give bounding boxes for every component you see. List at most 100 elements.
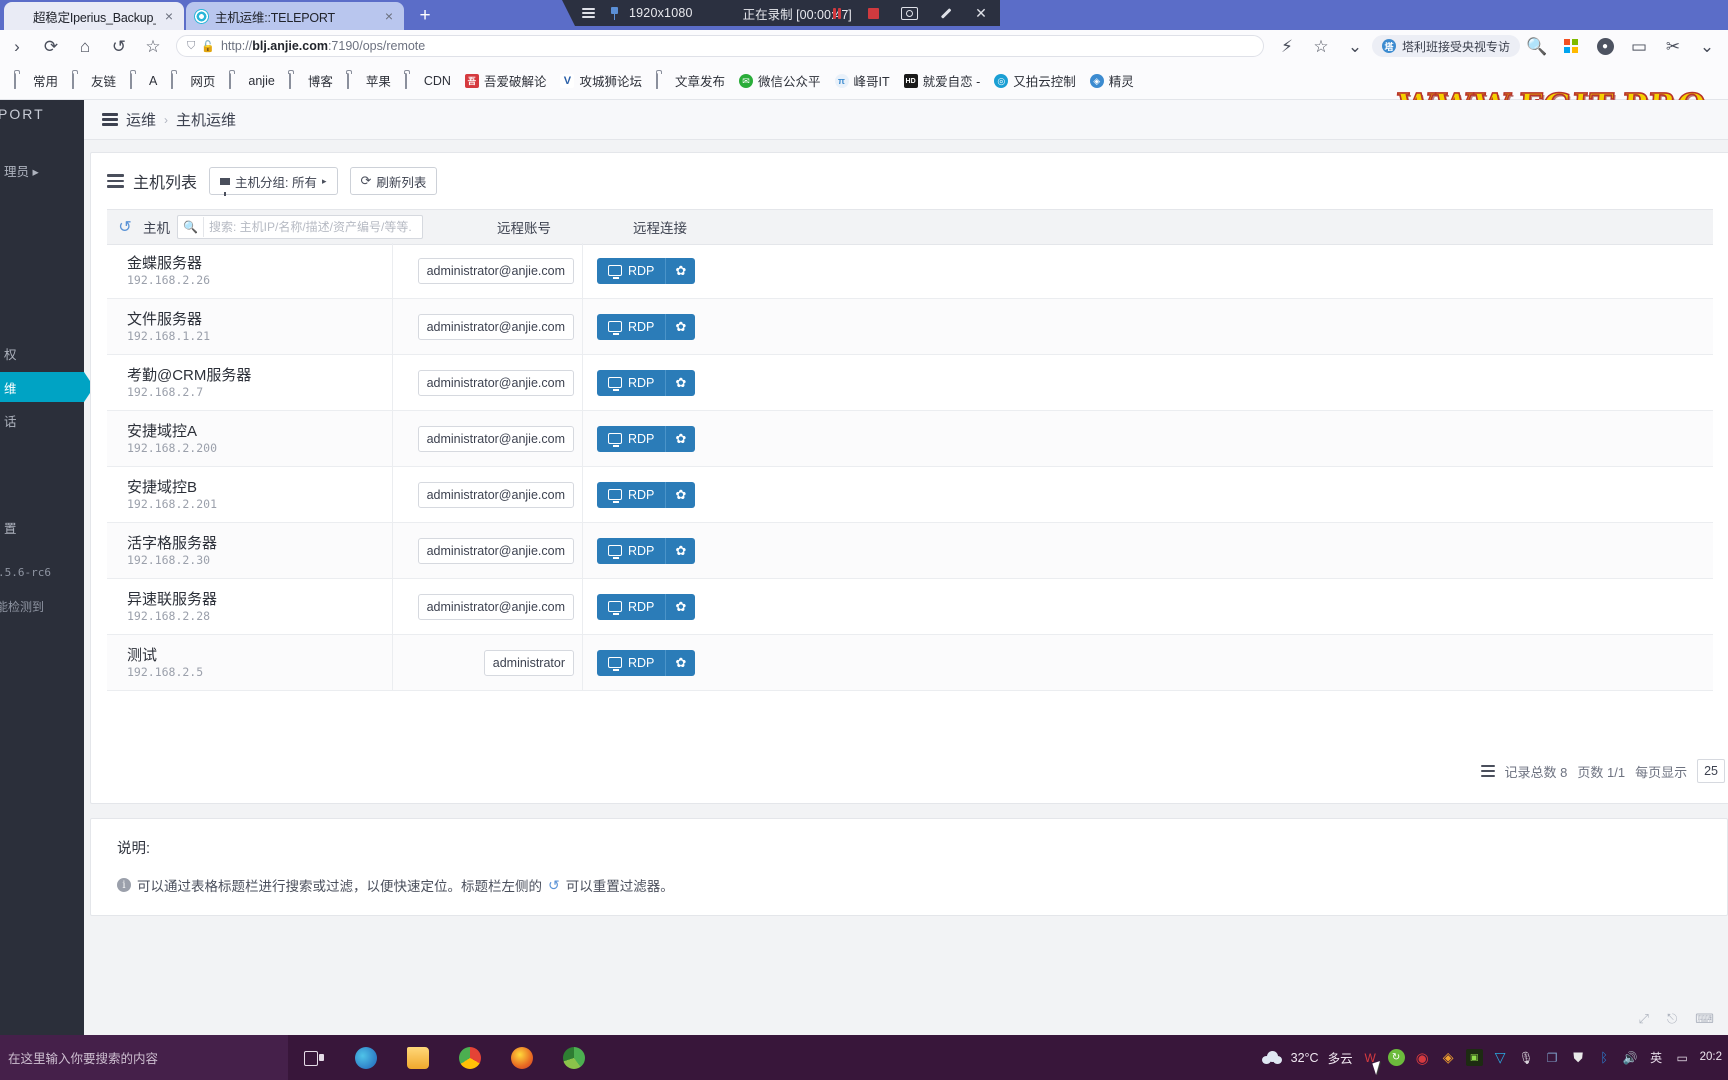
window-icon[interactable]: ▭: [1622, 30, 1656, 62]
task-view-button[interactable]: [288, 1035, 340, 1080]
star-icon[interactable]: ☆: [1304, 30, 1338, 62]
scissors-icon[interactable]: ✂: [1656, 30, 1690, 62]
page-size-select[interactable]: 25: [1697, 759, 1725, 783]
rdp-connect-button[interactable]: RDP: [597, 481, 666, 508]
sidebar-item-ops[interactable]: 维: [0, 372, 94, 402]
row-settings-button[interactable]: ✿: [665, 537, 696, 564]
bookmark-item[interactable]: 博客: [283, 68, 339, 93]
browser-tab-1[interactable]: 超稳定Iperius_Backup_备份工 ×: [4, 2, 184, 30]
row-settings-button[interactable]: ✿: [665, 649, 696, 676]
bookmark-item[interactable]: ✉ 微信公众平: [733, 68, 827, 93]
recorder-pin-button[interactable]: [601, 0, 627, 26]
bookmark-item[interactable]: ◈ 精灵: [1084, 68, 1140, 93]
row-settings-button[interactable]: ✿: [665, 425, 696, 452]
bookmark-star-icon[interactable]: ☆: [136, 30, 170, 62]
recorder-menu-button[interactable]: [575, 0, 601, 26]
sidebar-item-7[interactable]: [0, 460, 84, 490]
account-chip[interactable]: administrator@anjie.com: [417, 425, 574, 452]
bookmark-item[interactable]: CDN: [399, 71, 457, 91]
recorder-stop-button[interactable]: [860, 0, 886, 26]
news-chip[interactable]: 塔 塔利班接受央视专访: [1371, 35, 1520, 57]
row-settings-button[interactable]: ✿: [665, 593, 696, 620]
weather-condition[interactable]: 多云: [1328, 1048, 1353, 1067]
sidebar-item-auth[interactable]: 权: [0, 338, 84, 368]
account-chip[interactable]: administrator@anjie.com: [417, 369, 574, 396]
table-row[interactable]: 文件服务器 192.168.1.21 administrator@anjie.c…: [107, 299, 1713, 355]
windows-logo-icon[interactable]: [1554, 30, 1588, 62]
table-row[interactable]: 测试 192.168.2.5 administrator RDP ✿: [107, 635, 1713, 691]
table-row[interactable]: 考勤@CRM服务器 192.168.2.7 administrator@anji…: [107, 355, 1713, 411]
account-chip[interactable]: administrator: [483, 649, 574, 676]
account-chip[interactable]: administrator@anjie.com: [417, 593, 574, 620]
bookmark-item[interactable]: HD 就爱自恋 -: [898, 68, 987, 93]
table-row[interactable]: 安捷域控A 192.168.2.200 administrator@anjie.…: [107, 411, 1713, 467]
new-tab-button[interactable]: +: [413, 4, 437, 28]
breadcrumb-root[interactable]: 运维: [126, 109, 156, 130]
nvidia-icon[interactable]: ▣: [1465, 1049, 1483, 1066]
rdp-connect-button[interactable]: RDP: [597, 537, 666, 564]
home-icon[interactable]: ⌂: [68, 30, 102, 62]
row-settings-button[interactable]: ✿: [665, 369, 696, 396]
mic-icon[interactable]: 🎙: [1518, 1049, 1535, 1066]
flame-icon[interactable]: ◈: [1440, 1049, 1457, 1066]
rdp-connect-button[interactable]: RDP: [597, 425, 666, 452]
avatar-icon[interactable]: ●: [1588, 30, 1622, 62]
link-icon[interactable]: ⎋: [1667, 1011, 1677, 1027]
taskbar-clock[interactable]: 20:2: [1700, 1051, 1724, 1064]
reload-icon[interactable]: ⟳: [34, 30, 68, 62]
account-chip[interactable]: administrator@anjie.com: [417, 257, 574, 284]
taskbar-app-edge[interactable]: [340, 1035, 392, 1080]
lightning-icon[interactable]: ⚡: [1270, 30, 1304, 62]
sidebar-item-3[interactable]: [0, 265, 84, 295]
reset-filter-button[interactable]: ↺: [107, 210, 143, 244]
table-row[interactable]: 活字格服务器 192.168.2.30 administrator@anjie.…: [107, 523, 1713, 579]
volume-icon[interactable]: 🔊: [1622, 1049, 1639, 1066]
rdp-connect-button[interactable]: RDP: [597, 593, 666, 620]
sidebar-item-admin[interactable]: 理员 ▸: [0, 155, 84, 185]
search-icon[interactable]: 🔍: [1520, 30, 1554, 62]
address-bar[interactable]: ⛉ 🔓 http://blj.anjie.com:7190/ops/remote: [176, 35, 1264, 57]
rdp-connect-button[interactable]: RDP: [597, 313, 666, 340]
account-chip[interactable]: administrator@anjie.com: [417, 313, 574, 340]
account-chip[interactable]: administrator@anjie.com: [417, 537, 574, 564]
tab-close-icon[interactable]: ×: [382, 9, 396, 23]
taskbar-app-chrome-beta[interactable]: [548, 1035, 600, 1080]
row-settings-button[interactable]: ✿: [665, 313, 696, 340]
bookmark-item[interactable]: ◎ 又拍云控制: [988, 68, 1082, 93]
forward-button[interactable]: ›: [0, 30, 34, 62]
browser-tab-2[interactable]: 主机运维::TELEPORT ×: [186, 2, 404, 30]
share-icon[interactable]: ⤢: [1639, 1011, 1649, 1027]
bluetooth-icon[interactable]: ᛒ: [1596, 1049, 1613, 1066]
tray-overflow-icon[interactable]: ▭: [1674, 1049, 1691, 1066]
bookmark-item[interactable]: anjie: [223, 71, 280, 91]
bookmark-item[interactable]: 吾吾爱破解论: [459, 68, 553, 93]
tab-close-icon[interactable]: ×: [162, 9, 176, 23]
bookmark-item[interactable]: A: [124, 71, 163, 91]
weather-temp[interactable]: 32°C: [1291, 1051, 1319, 1065]
taskbar-search-box[interactable]: 在这里输入你要搜索的内容: [0, 1035, 288, 1080]
taskbar-app-explorer[interactable]: [392, 1035, 444, 1080]
recorder-pause-button[interactable]: [824, 0, 850, 26]
rdp-connect-button[interactable]: RDP: [597, 257, 666, 284]
recorder-annotate-button[interactable]: [932, 0, 958, 26]
bookmark-item[interactable]: 网页: [165, 68, 221, 93]
defender-icon[interactable]: ⛊: [1570, 1049, 1587, 1066]
record-icon[interactable]: ◉: [1414, 1049, 1431, 1067]
row-settings-button[interactable]: ✿: [665, 481, 696, 508]
rdp-connect-button[interactable]: RDP: [597, 369, 666, 396]
history-back-icon[interactable]: ↺: [102, 30, 136, 62]
sync-icon[interactable]: ↻: [1387, 1049, 1405, 1066]
search-icon[interactable]: 🔍: [178, 217, 204, 237]
sidebar-item-settings[interactable]: 置: [0, 512, 84, 542]
bookmark-item[interactable]: 常用: [8, 68, 64, 93]
recorder-screenshot-button[interactable]: [896, 0, 922, 26]
refresh-list-button[interactable]: ⟳ 刷新列表: [349, 167, 438, 195]
table-row[interactable]: 安捷域控B 192.168.2.201 administrator@anjie.…: [107, 467, 1713, 523]
taskbar-app-chrome[interactable]: [444, 1035, 496, 1080]
rdp-connect-button[interactable]: RDP: [597, 649, 666, 676]
lock-icon[interactable]: ⌨: [1695, 1011, 1714, 1027]
table-row[interactable]: 金蝶服务器 192.168.2.26 administrator@anjie.c…: [107, 243, 1713, 299]
host-search-box[interactable]: 🔍: [177, 215, 423, 239]
shield-icon[interactable]: ▽: [1492, 1049, 1509, 1066]
recorder-close-button[interactable]: ✕: [968, 0, 994, 26]
